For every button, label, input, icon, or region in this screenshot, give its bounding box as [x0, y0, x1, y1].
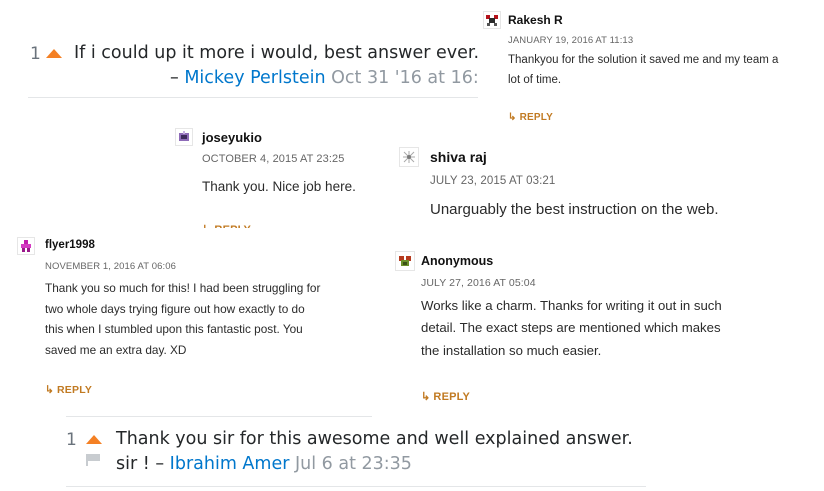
- comment-username[interactable]: joseyukio: [202, 130, 262, 145]
- comment-meta: sir ! – Ibrahim Amer Jul 6 at 23:35: [116, 454, 412, 474]
- comment-line: saved me an extra day. XD: [45, 342, 187, 357]
- comment-date[interactable]: JULY 23, 2015 AT 03:21: [430, 175, 555, 187]
- comment-line: two whole days trying figure out how exa…: [45, 301, 305, 316]
- comment-joseyukio: joseyukio OCTOBER 4, 2015 AT 23:25 Thank…: [168, 118, 396, 240]
- comment-line: Works like a charm. Thanks for writing i…: [421, 298, 722, 313]
- comment-text: Thank you so much for this! I had been s…: [45, 278, 320, 361]
- comment-line: detail. The exact steps are mentioned wh…: [421, 320, 721, 336]
- comment-line: Thankyou for the solution it saved me an…: [508, 54, 779, 66]
- so-comment-1: 1 If i could up it more i would, best an…: [0, 0, 501, 100]
- comment-text: Unarguably the best instruction on the w…: [430, 201, 719, 218]
- comment-date[interactable]: JANUARY 19, 2016 AT 11:13: [508, 35, 633, 46]
- reply-arrow-icon: ↳: [508, 112, 517, 123]
- comment-username[interactable]: shiva raj: [430, 149, 487, 165]
- comment-date-link[interactable]: Jul 6 at 23:35: [295, 454, 412, 474]
- comment-user-link[interactable]: Mickey Perlstein: [184, 68, 325, 88]
- comment-anonymous: Anonymous JULY 27, 2016 AT 05:04 Works l…: [386, 240, 824, 412]
- reply-arrow-icon: ↳: [421, 391, 431, 403]
- comment-text: Thank you. Nice job here.: [202, 179, 356, 194]
- comment-user-link[interactable]: Ibrahim Amer: [170, 454, 290, 474]
- comment-text: If i could up it more i would, best answ…: [74, 43, 480, 63]
- comment-text: Thankyou for the solution it saved me an…: [508, 51, 778, 90]
- comment-text-cont: sir !: [116, 454, 150, 474]
- comment-dash: –: [170, 68, 179, 88]
- comment-line: lot of time.: [508, 73, 562, 86]
- reply-label: REPLY: [519, 112, 554, 123]
- comment-line: this when I stumbled upon this fantastic…: [45, 322, 303, 337]
- comment-date[interactable]: OCTOBER 4, 2015 AT 23:25: [202, 153, 344, 165]
- comment-flyer: flyer1998 NOVEMBER 1, 2016 AT 06:06 Than…: [14, 228, 384, 408]
- identicon-avatar: [18, 238, 34, 254]
- so-comment-2: 1 Thank you sir for this awesome and wel…: [58, 414, 648, 491]
- comment-meta: – Mickey Perlstein Oct 31 '16 at 16:33: [170, 68, 501, 88]
- comment-username[interactable]: Anonymous: [421, 254, 493, 268]
- comment-score: 1: [30, 44, 41, 64]
- comment-rakesh: Rakesh R JANUARY 19, 2016 AT 11:13 Thank…: [478, 0, 824, 136]
- comment-date[interactable]: JULY 27, 2016 AT 05:04: [421, 277, 536, 289]
- divider: [28, 97, 480, 98]
- comment-date-link[interactable]: Oct 31 '16 at 16:33: [331, 68, 501, 88]
- identicon-avatar: [484, 12, 500, 28]
- flag-icon[interactable]: [86, 454, 100, 466]
- reply-label: REPLY: [57, 384, 93, 396]
- comment-date[interactable]: NOVEMBER 1, 2016 AT 06:06: [45, 261, 176, 272]
- comment-line: Thank you so much for this! I had been s…: [45, 281, 321, 295]
- reply-link[interactable]: ↳REPLY: [508, 112, 553, 123]
- comment-text: Works like a charm. Thanks for writing i…: [421, 295, 722, 362]
- comment-username[interactable]: Rakesh R: [508, 13, 563, 27]
- upvote-icon[interactable]: [86, 435, 102, 444]
- upvote-icon[interactable]: [46, 49, 62, 58]
- comment-text: Thank you sir for this awesome and well …: [116, 429, 633, 449]
- divider: [66, 486, 646, 487]
- divider: [66, 416, 372, 417]
- comment-line: the installation so much easier.: [421, 342, 602, 358]
- identicon-avatar: [400, 148, 418, 166]
- identicon-avatar: [176, 129, 192, 145]
- reply-arrow-icon: ↳: [45, 384, 54, 396]
- comment-username[interactable]: flyer1998: [45, 239, 95, 251]
- reply-label: REPLY: [433, 391, 471, 403]
- comment-score: 1: [66, 430, 77, 450]
- comment-shiva: shiva raj JULY 23, 2015 AT 03:21 Unargua…: [396, 136, 824, 236]
- reply-link[interactable]: ↳REPLY: [45, 384, 92, 396]
- comment-dash: –: [155, 454, 165, 474]
- identicon-avatar: [396, 252, 414, 270]
- reply-link[interactable]: ↳REPLY: [421, 390, 470, 403]
